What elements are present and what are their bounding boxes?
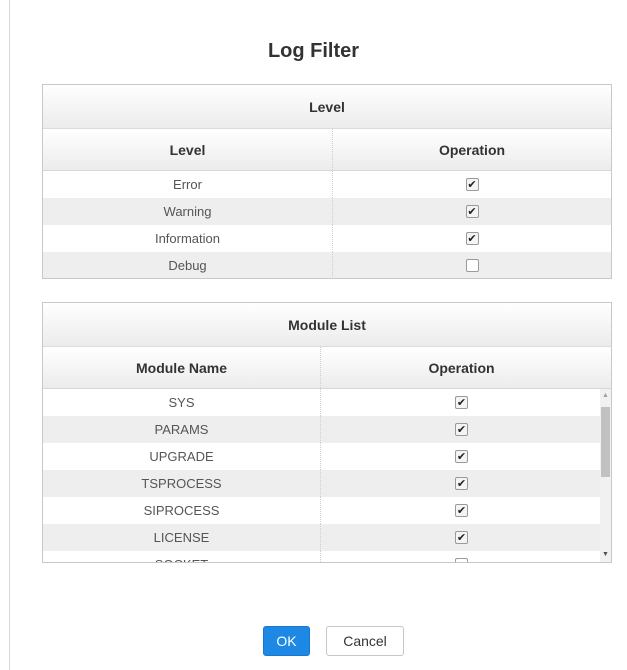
triangle-up-icon[interactable]: ▲ bbox=[600, 389, 611, 403]
level-row: Warning ✔ bbox=[43, 198, 611, 225]
checkbox[interactable]: ✔ bbox=[455, 531, 468, 544]
module-row-name: SOCKET bbox=[43, 551, 321, 562]
level-row-name: Information bbox=[43, 225, 333, 252]
module-list-panel: Module List Module Name Operation SYS ✔ PA… bbox=[42, 302, 612, 563]
module-name-column-header[interactable]: Module Name bbox=[43, 347, 321, 388]
level-row-operation: ✔ bbox=[333, 225, 611, 252]
level-column-header[interactable]: Level bbox=[43, 129, 333, 170]
module-row-operation: ✔ bbox=[321, 389, 602, 416]
triangle-down-icon[interactable]: ▼ bbox=[600, 548, 611, 562]
operation-column-header[interactable]: Operation bbox=[321, 347, 602, 388]
checkbox[interactable]: ✔ bbox=[465, 232, 479, 245]
level-row-name: Error bbox=[43, 171, 333, 198]
module-row: TSPROCESS ✔ bbox=[43, 470, 602, 497]
check-mark-icon: ✔ bbox=[467, 178, 477, 191]
checkbox[interactable] bbox=[455, 558, 468, 562]
check-mark-icon: ✔ bbox=[467, 232, 477, 245]
module-list-scrollbar[interactable]: ▲ ▼ bbox=[600, 389, 611, 562]
module-row-name: PARAMS bbox=[43, 416, 321, 443]
level-panel: Level Level Operation Error ✔ Warning ✔ Info… bbox=[42, 84, 612, 279]
dialog-title: Log Filter bbox=[267, 40, 360, 62]
module-list-panel-header: Module List bbox=[43, 303, 611, 347]
checkbox[interactable]: ✔ bbox=[455, 477, 468, 490]
module-row-name: TSPROCESS bbox=[43, 470, 321, 497]
module-row-operation: ✔ bbox=[321, 524, 602, 551]
level-row: Information ✔ bbox=[43, 225, 611, 252]
module-row: SOCKET bbox=[43, 551, 602, 562]
checkbox[interactable]: ✔ bbox=[465, 205, 479, 218]
check-mark-icon: ✔ bbox=[456, 450, 467, 463]
check-mark-icon: ✔ bbox=[456, 531, 467, 544]
left-border-line bbox=[9, 0, 10, 670]
checkbox[interactable]: ✔ bbox=[455, 504, 468, 517]
checkbox[interactable]: ✔ bbox=[455, 423, 468, 436]
module-row-name: SIPROCESS bbox=[43, 497, 321, 524]
module-row-operation bbox=[321, 551, 602, 562]
module-row-name: LICENSE bbox=[43, 524, 321, 551]
level-row: Error ✔ bbox=[43, 171, 611, 198]
level-panel-header: Level bbox=[43, 85, 611, 129]
check-mark-icon: ✔ bbox=[467, 205, 477, 218]
level-row-operation bbox=[333, 252, 611, 278]
check-mark-icon: ✔ bbox=[456, 396, 467, 409]
module-rows: SYS ✔ PARAMS ✔ UPGRADE ✔ TSPROCESS ✔ SIPROCESS ✔ L… bbox=[43, 389, 602, 562]
cancel-button[interactable]: Cancel bbox=[326, 626, 404, 656]
level-row: Debug bbox=[43, 252, 611, 278]
module-list-body[interactable]: SYS ✔ PARAMS ✔ UPGRADE ✔ TSPROCESS ✔ SIPROCESS ✔ L… bbox=[43, 389, 611, 562]
module-row-name: SYS bbox=[43, 389, 321, 416]
level-row-operation: ✔ bbox=[333, 171, 611, 198]
module-row: SYS ✔ bbox=[43, 389, 602, 416]
operation-column-header[interactable]: Operation bbox=[333, 129, 611, 170]
level-row-operation: ✔ bbox=[333, 198, 611, 225]
checkbox[interactable]: ✔ bbox=[465, 178, 479, 191]
ok-button[interactable]: OK bbox=[263, 626, 310, 656]
level-column-headers: Level Operation bbox=[43, 129, 611, 171]
check-mark-icon: ✔ bbox=[456, 423, 467, 436]
module-row: UPGRADE ✔ bbox=[43, 443, 602, 470]
module-row-operation: ✔ bbox=[321, 416, 602, 443]
level-rows: Error ✔ Warning ✔ Information ✔ Debug bbox=[43, 171, 611, 278]
module-row-operation: ✔ bbox=[321, 470, 602, 497]
module-row-operation: ✔ bbox=[321, 443, 602, 470]
checkbox[interactable] bbox=[465, 259, 479, 272]
level-row-name: Warning bbox=[43, 198, 333, 225]
module-row: PARAMS ✔ bbox=[43, 416, 602, 443]
scrollbar-thumb[interactable] bbox=[601, 407, 610, 477]
checkbox[interactable]: ✔ bbox=[455, 450, 468, 463]
module-row-name: UPGRADE bbox=[43, 443, 321, 470]
module-row: LICENSE ✔ bbox=[43, 524, 602, 551]
module-column-headers: Module Name Operation bbox=[43, 347, 611, 389]
check-mark-icon: ✔ bbox=[456, 477, 467, 490]
module-row-operation: ✔ bbox=[321, 497, 602, 524]
check-mark-icon: ✔ bbox=[456, 504, 467, 517]
checkbox[interactable]: ✔ bbox=[455, 396, 468, 409]
module-row: SIPROCESS ✔ bbox=[43, 497, 602, 524]
level-row-name: Debug bbox=[43, 252, 333, 278]
